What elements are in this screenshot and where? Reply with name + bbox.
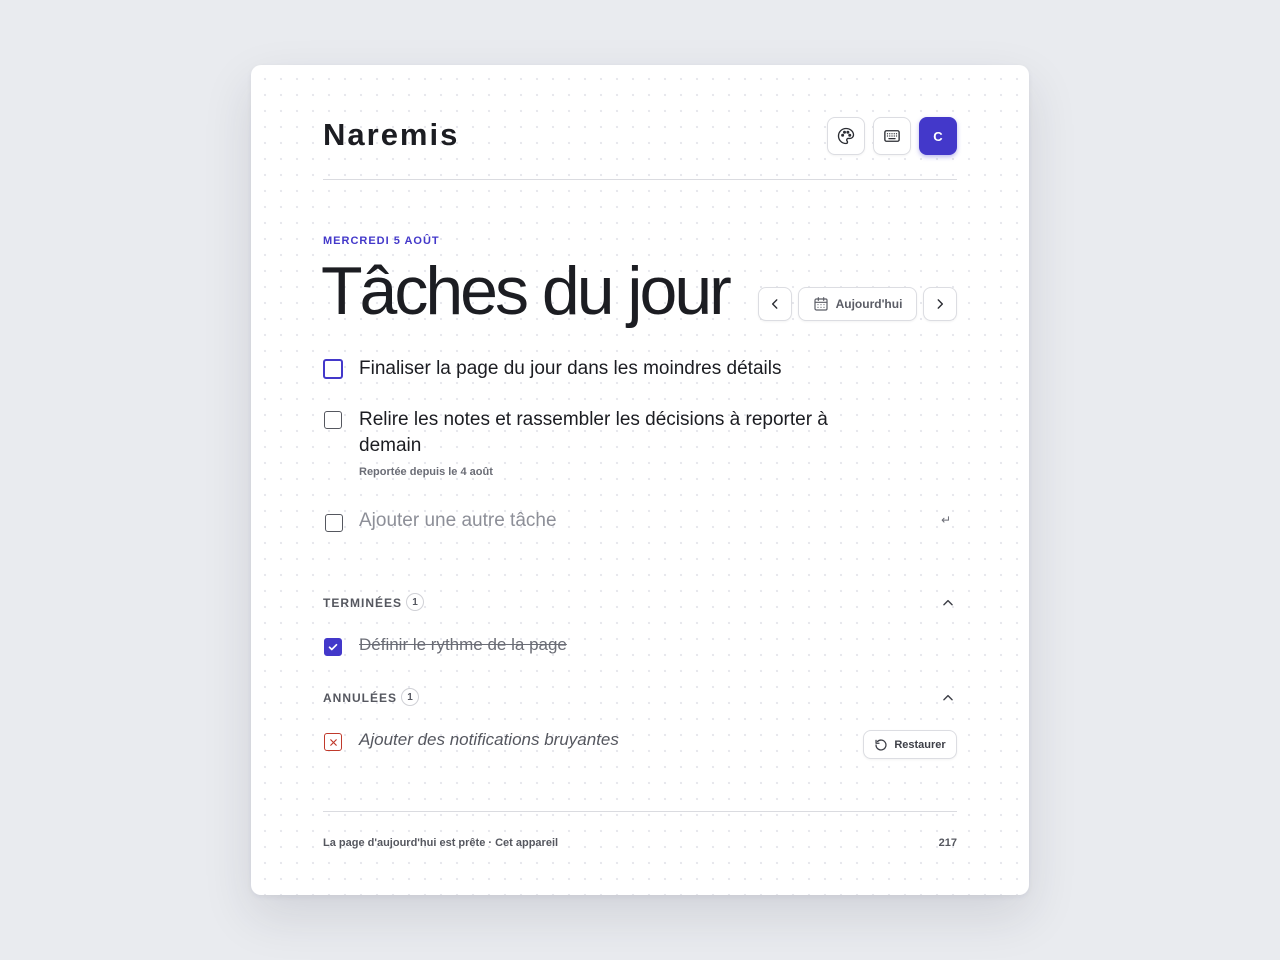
x-icon bbox=[329, 738, 337, 746]
user-avatar[interactable]: C bbox=[919, 117, 957, 155]
task-checkbox[interactable] bbox=[323, 359, 343, 379]
enter-key-icon: ↵ bbox=[941, 513, 952, 527]
calendar-icon bbox=[813, 297, 828, 311]
chevron-up-icon[interactable] bbox=[941, 691, 955, 705]
keyboard-icon bbox=[884, 130, 900, 142]
cancelled-task-text[interactable]: Ajouter des notifications bruyantes bbox=[359, 730, 619, 750]
completed-count-badge: 1 bbox=[406, 593, 424, 611]
restore-label: Restaurer bbox=[894, 738, 946, 751]
restore-icon bbox=[875, 738, 887, 751]
header-divider bbox=[323, 179, 957, 180]
shortcuts-button[interactable] bbox=[873, 117, 911, 155]
restore-button[interactable]: Restaurer bbox=[863, 730, 957, 759]
cancelled-task-checkbox[interactable] bbox=[324, 733, 342, 751]
theme-button[interactable] bbox=[827, 117, 865, 155]
new-task-checkbox bbox=[325, 514, 343, 532]
next-day-button[interactable] bbox=[923, 287, 957, 321]
date-label: MERCREDI 5 AOÛT bbox=[323, 235, 440, 247]
task-text-line: demain bbox=[359, 435, 422, 456]
completed-task-checkbox[interactable] bbox=[324, 638, 342, 656]
chevron-right-icon bbox=[937, 299, 944, 309]
previous-day-button[interactable] bbox=[758, 287, 792, 321]
page-title: Tâches du jour bbox=[321, 253, 732, 329]
cancelled-section-label[interactable]: ANNULÉES bbox=[323, 691, 397, 705]
postponed-note: Reportée depuis le 4 août bbox=[359, 466, 493, 478]
completed-section-label[interactable]: TERMINÉES bbox=[323, 596, 402, 610]
footer-divider bbox=[323, 811, 957, 812]
task-text[interactable]: Finaliser la page du jour dans les moind… bbox=[359, 356, 781, 382]
cancelled-count-badge: 1 bbox=[401, 688, 419, 706]
new-task-input[interactable]: Ajouter une autre tâche bbox=[359, 510, 557, 532]
footer-count: 217 bbox=[938, 837, 957, 849]
check-icon bbox=[328, 643, 338, 651]
chevron-left-icon bbox=[771, 299, 778, 309]
footer-status: La page d'aujourd'hui est prête · Cet ap… bbox=[323, 837, 559, 849]
chevron-up-icon[interactable] bbox=[941, 596, 955, 610]
today-label: Aujourd'hui bbox=[835, 297, 903, 311]
app-card: Naremis C MERCREDI 5 AOÛT Tâches du jour… bbox=[251, 65, 1029, 895]
task-text[interactable]: Relire les notes et rassembler les décis… bbox=[359, 407, 828, 459]
task-checkbox[interactable] bbox=[324, 411, 342, 429]
completed-task-text[interactable]: Définir le rythme de la page bbox=[359, 635, 567, 655]
task-text-line: Relire les notes et rassembler les décis… bbox=[359, 409, 828, 430]
app-logo: Naremis bbox=[323, 117, 460, 152]
today-button[interactable]: Aujourd'hui bbox=[798, 287, 917, 321]
palette-icon bbox=[837, 127, 855, 145]
